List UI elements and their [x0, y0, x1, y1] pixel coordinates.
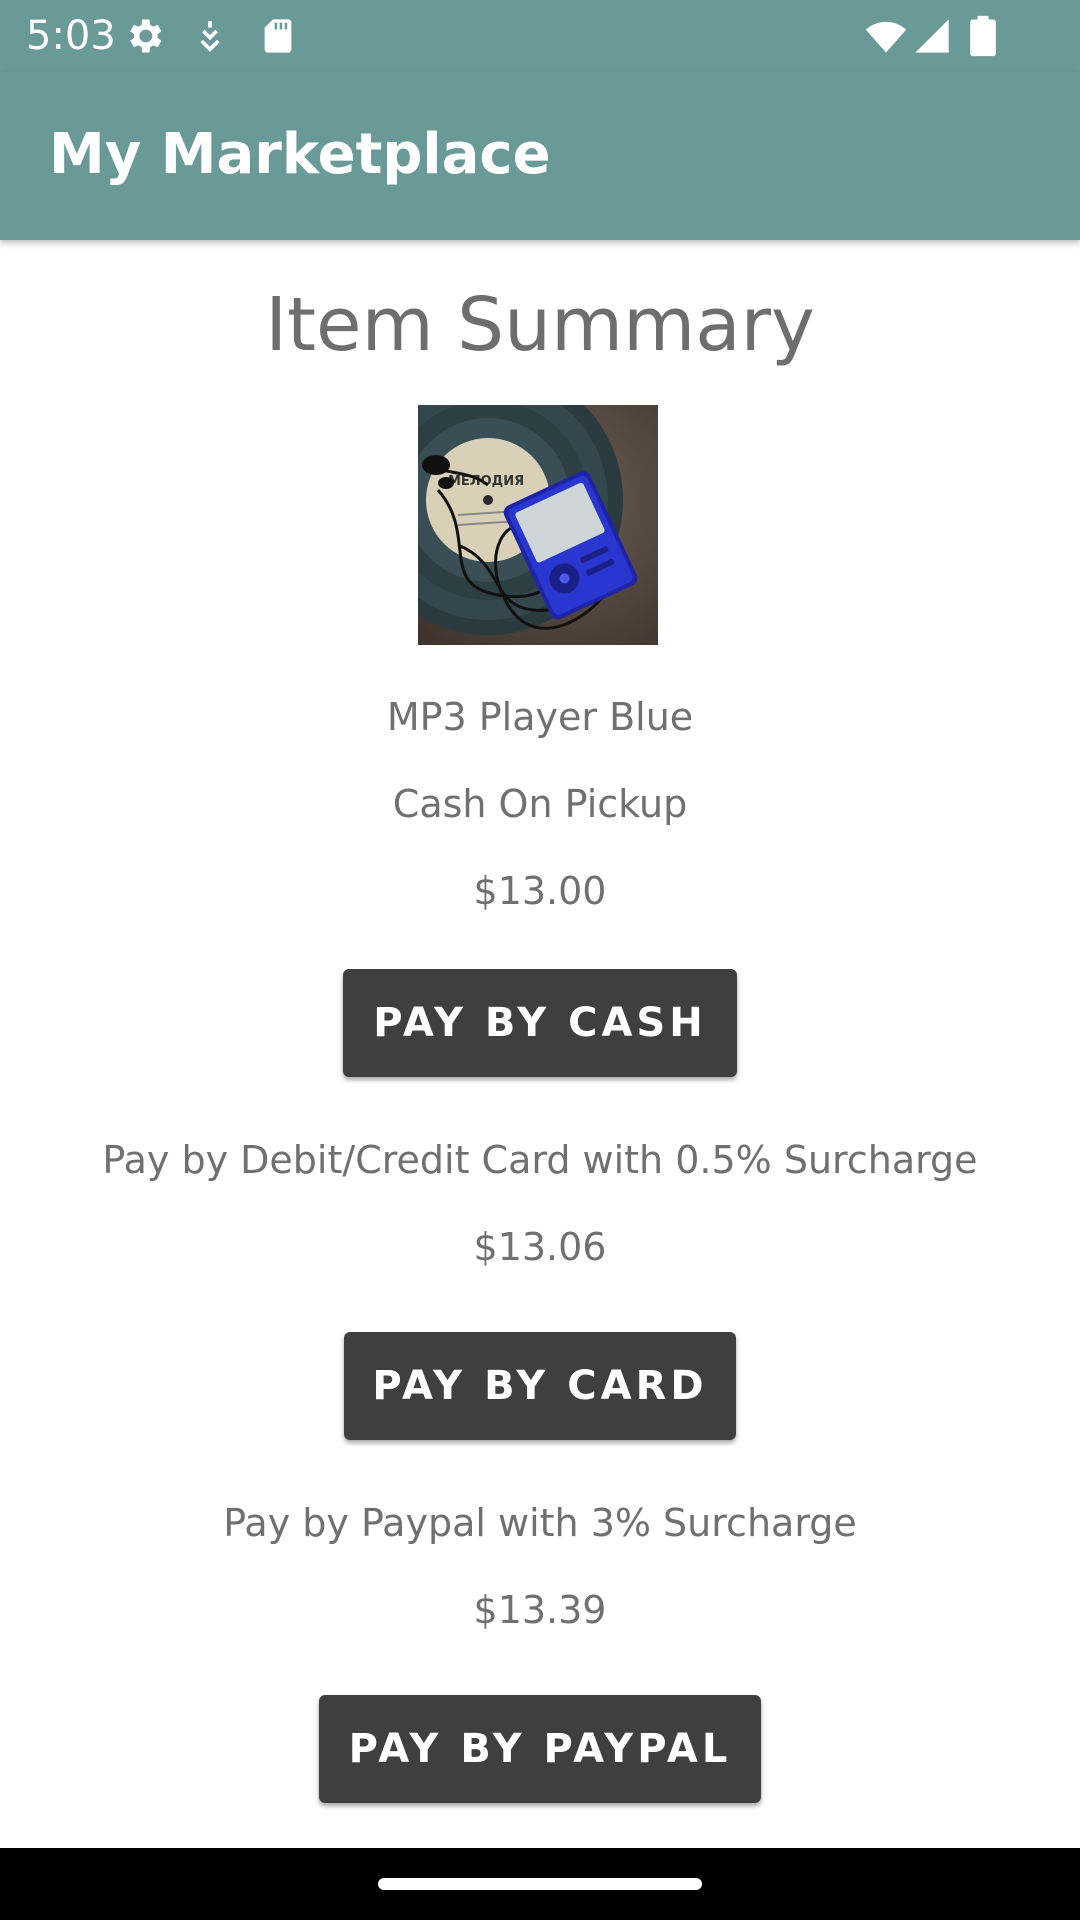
- download-icon: [190, 14, 230, 58]
- signal-icon: [912, 14, 952, 58]
- pay-by-card-button[interactable]: PAY BY CARD: [344, 1332, 736, 1440]
- status-bar: 5:03: [0, 0, 1080, 72]
- pay-by-cash-button[interactable]: PAY BY CASH: [343, 969, 737, 1077]
- card-price: $13.06: [473, 1225, 607, 1269]
- screen: 5:03 My Marketplace Item Summary МЕЛОДИЯ…: [0, 0, 1080, 1920]
- status-time: 5:03: [26, 13, 116, 59]
- mp3-player-photo: МЕЛОДИЯ: [418, 405, 658, 645]
- settings-icon: [122, 14, 166, 58]
- pickup-method: Cash On Pickup: [392, 782, 688, 826]
- sd-card-icon: [258, 14, 298, 58]
- page-title: Item Summary: [265, 282, 815, 368]
- wifi-icon: [862, 14, 910, 58]
- item-image: МЕЛОДИЯ: [418, 405, 658, 645]
- cash-price: $13.00: [473, 869, 607, 913]
- app-bar: My Marketplace: [0, 72, 1080, 240]
- card-surcharge-label: Pay by Debit/Credit Card with 0.5% Surch…: [102, 1138, 978, 1182]
- home-gesture-handle[interactable]: [378, 1878, 702, 1890]
- navigation-bar: [0, 1848, 1080, 1920]
- record-label-text: МЕЛОДИЯ: [448, 474, 524, 489]
- paypal-surcharge-label: Pay by Paypal with 3% Surcharge: [223, 1501, 857, 1545]
- battery-icon: [968, 14, 998, 58]
- app-title: My Marketplace: [49, 122, 551, 187]
- paypal-price: $13.39: [473, 1588, 607, 1632]
- item-name: MP3 Player Blue: [386, 695, 694, 739]
- pay-by-paypal-button[interactable]: PAY BY PAYPAL: [319, 1695, 761, 1803]
